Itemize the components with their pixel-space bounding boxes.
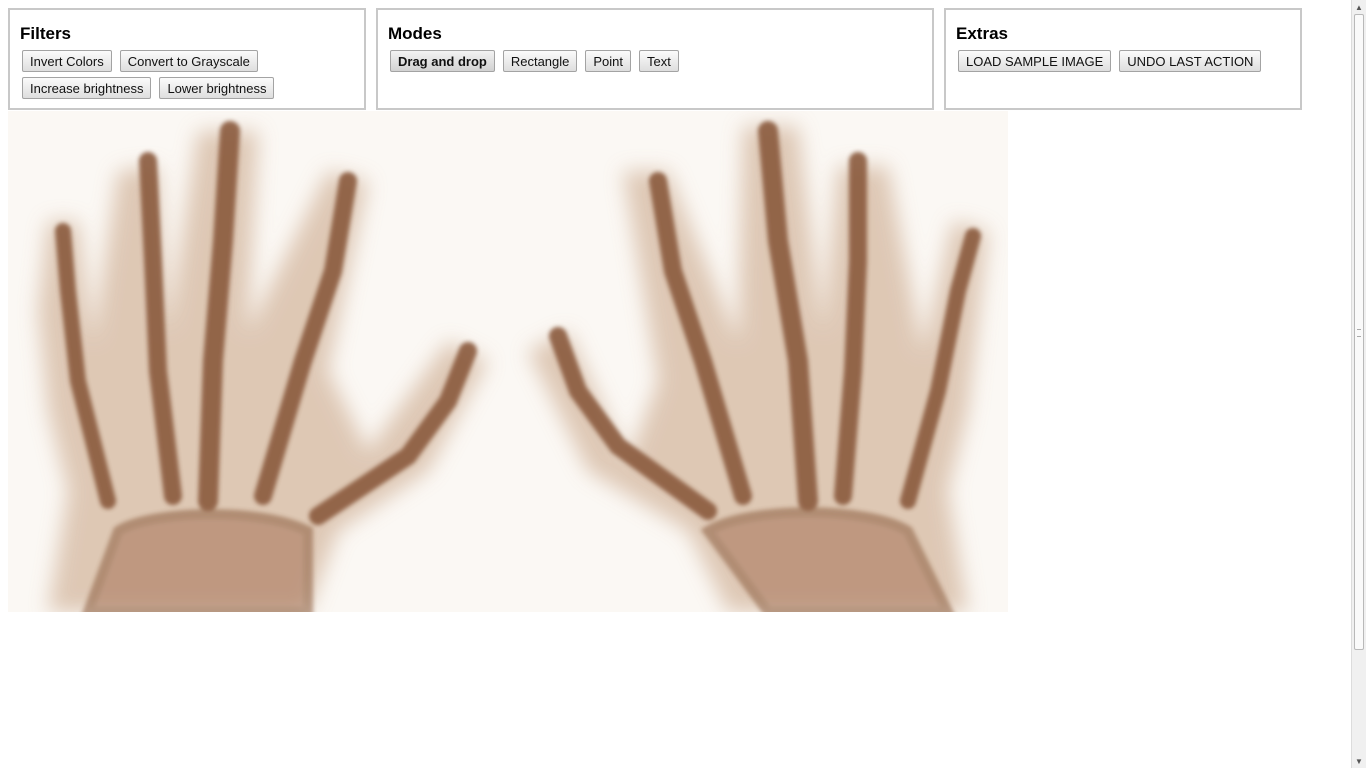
- text-mode-button[interactable]: Text: [639, 50, 679, 72]
- lower-brightness-button[interactable]: Lower brightness: [159, 77, 275, 99]
- increase-brightness-button[interactable]: Increase brightness: [22, 77, 152, 99]
- drag-and-drop-mode-button[interactable]: Drag and drop: [390, 50, 495, 72]
- extras-panel: Extras LOAD SAMPLE IMAGE UNDO LAST ACTIO…: [944, 8, 1302, 110]
- point-mode-button[interactable]: Point: [585, 50, 632, 72]
- hands-xray-image: [8, 111, 1008, 612]
- scroll-down-arrow-icon[interactable]: ▼: [1352, 754, 1366, 768]
- filters-panel: Filters Invert Colors Convert to Graysca…: [8, 8, 366, 110]
- invert-colors-button[interactable]: Invert Colors: [22, 50, 112, 72]
- scroll-up-arrow-icon[interactable]: ▲: [1352, 0, 1366, 14]
- convert-grayscale-button[interactable]: Convert to Grayscale: [119, 50, 258, 72]
- filters-legend: Filters: [20, 24, 72, 43]
- modes-legend: Modes: [388, 24, 442, 43]
- image-canvas[interactable]: [8, 111, 1008, 612]
- undo-last-action-button[interactable]: UNDO LAST ACTION: [1119, 50, 1262, 72]
- modes-panel: Modes Drag and drop Rectangle Point Text: [376, 8, 934, 110]
- scrollbar-thumb[interactable]: [1354, 14, 1364, 650]
- rectangle-mode-button[interactable]: Rectangle: [502, 50, 578, 72]
- vertical-scrollbar[interactable]: ▲ ▼: [1351, 0, 1366, 768]
- load-sample-image-button[interactable]: LOAD SAMPLE IMAGE: [958, 50, 1112, 72]
- extras-legend: Extras: [956, 24, 1008, 43]
